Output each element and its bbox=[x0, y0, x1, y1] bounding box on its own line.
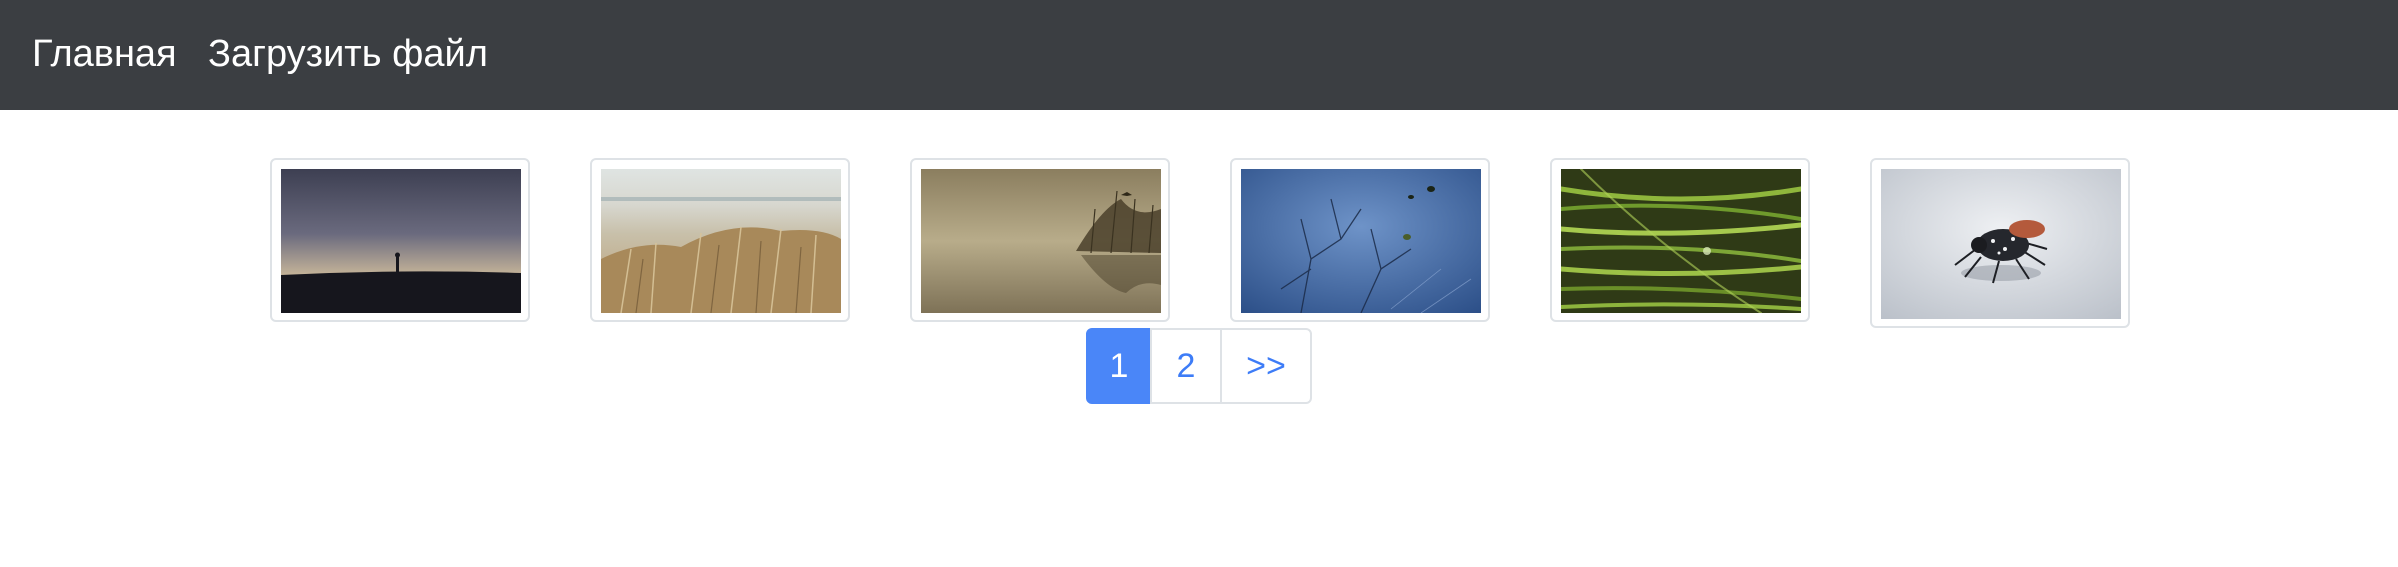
frozen-branches-photo bbox=[1241, 169, 1481, 313]
nav-home-link[interactable]: Главная bbox=[32, 0, 177, 110]
next-page-button[interactable]: >> bbox=[1220, 328, 1312, 404]
page-2-button[interactable]: 2 bbox=[1150, 328, 1222, 404]
gallery-thumbnail[interactable] bbox=[1550, 158, 1810, 322]
top-navbar: Главная Загрузить файл bbox=[0, 0, 2398, 110]
green-grass-photo bbox=[1561, 169, 1801, 313]
beetle-photo bbox=[1881, 169, 2121, 319]
gallery-thumbnail[interactable] bbox=[1870, 158, 2130, 328]
gallery-thumbnail[interactable] bbox=[910, 158, 1170, 322]
dusk-silhouette-photo bbox=[281, 169, 521, 313]
page-1-button[interactable]: 1 bbox=[1086, 328, 1152, 404]
gallery-thumbnail[interactable] bbox=[590, 158, 850, 322]
pagination: 1 2 >> bbox=[1086, 328, 1312, 404]
beach-dune-grass-photo bbox=[601, 169, 841, 313]
misty-reeds-photo bbox=[921, 169, 1161, 313]
gallery-thumbnail[interactable] bbox=[270, 158, 530, 322]
nav-upload-link[interactable]: Загрузить файл bbox=[208, 0, 488, 110]
gallery-thumbnail[interactable] bbox=[1230, 158, 1490, 322]
